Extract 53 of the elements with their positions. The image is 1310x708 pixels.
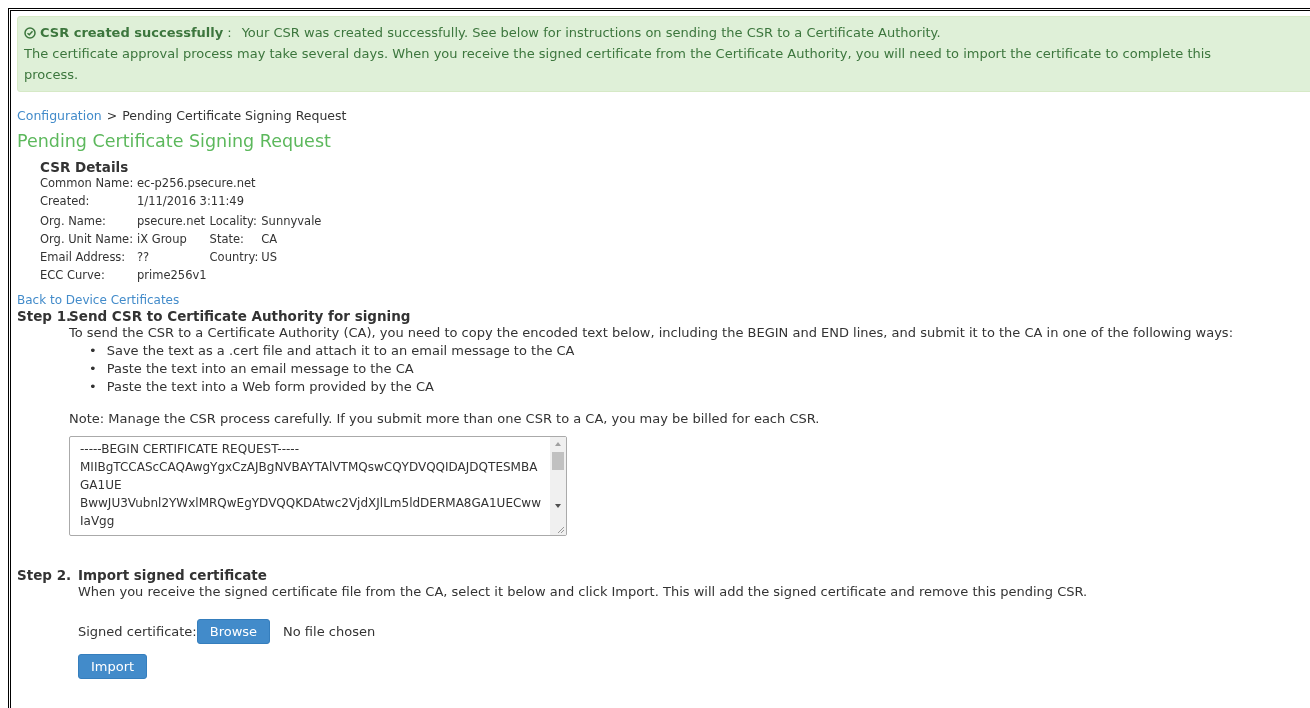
page-title: Pending Certificate Signing Request — [17, 131, 332, 151]
detail-value: US — [261, 250, 279, 264]
detail-value: ?? — [137, 250, 151, 264]
bullet-marker: • — [89, 342, 97, 360]
step-instructions: When you receive the signed certificate file from the CA, select it below and click Import. This will add the signed certificate and remove this pending CSR. — [78, 583, 1089, 601]
instruction-bullet: Paste the text into a Web form provided by the CA — [106, 378, 434, 396]
detail-label: Locality: — [209, 214, 258, 228]
detail-label: Created: — [40, 194, 91, 208]
breadcrumb-link[interactable]: Configuration — [17, 108, 102, 123]
billing-note: Note: Manage the CSR process carefully. If you submit more than one CSR to a CA, you may be billed for each CSR. — [69, 410, 821, 428]
file-label: Signed certificate: — [78, 622, 197, 641]
step-number: Step 2. — [17, 567, 73, 583]
detail-label: Email Address: — [40, 250, 127, 264]
csr-text-area[interactable]: -----BEGIN CERTIFICATE REQUEST----- MIIBgTCCAScCAQAwgYgxCzAJBgNVBAYTAlVTMQswCQYDVQQIDAJDQTESMBA GA1UE BwwJU3Vubnl2YWxlMRQwEgYDVQQKDAtwc2VjdXJlLm5ldDERMA8GA1UECww IaVgg — [69, 436, 567, 536]
detail-label: Org. Name: — [40, 214, 107, 228]
detail-label: Country: — [209, 250, 260, 264]
detail-label: State: — [209, 232, 245, 246]
check-circle-icon — [24, 26, 36, 39]
breadcrumb-current: Pending Certificate Signing Request — [122, 108, 347, 123]
csr-text-line: -----BEGIN CERTIFICATE REQUEST----- — [80, 441, 300, 458]
file-status: No file chosen — [283, 622, 376, 641]
csr-text-line: GA1UE — [80, 477, 123, 494]
back-link[interactable]: Back to Device Certificates — [17, 293, 180, 307]
step-instructions: To send the CSR to a Certificate Authority (CA), you need to copy the encoded text below, including the BEGIN and END lines, and submit it to the CA in one of the following ways: — [69, 324, 1234, 342]
csr-text-line: MIIBgTCCAScCAQAwgYgxCzAJBgNVBAYTAlVTMQswCQYDVQQIDAJDQTESMBA — [80, 459, 539, 476]
alert-title: CSR created successfully — [40, 24, 224, 42]
instruction-bullet: Save the text as a .cert file and attach it to an email message to the CA — [106, 342, 575, 360]
csr-text-line: IaVgg — [80, 513, 116, 530]
details-title: CSR Details — [40, 159, 130, 175]
step-title: Import signed certificate — [78, 567, 268, 583]
alert-message: Your CSR was created successfully. See below for instructions on sending the CSR to a Certificate Authority. — [241, 24, 941, 42]
detail-value: psecure.net — [137, 214, 207, 228]
alert-separator: : — [227, 24, 232, 42]
bullet-marker: • — [89, 378, 97, 396]
detail-label: Org. Unit Name: — [40, 232, 135, 246]
alert-detail: The certificate approval process may take several days. When you receive the signed certificate from the Certificate Authority, you will need to import the certificate to complete this process. — [24, 45, 1213, 84]
detail-value: ec-p256.psecure.net — [137, 176, 257, 190]
detail-value: Sunnyvale — [261, 214, 323, 228]
detail-label: ECC Curve: — [40, 268, 106, 282]
import-button[interactable]: Import — [78, 654, 148, 679]
detail-value: 1/11/2016 3:11:49 — [137, 194, 245, 208]
instruction-bullet: Paste the text into an email message to the CA — [106, 360, 414, 378]
step-title: Send CSR to Certificate Authority for signing — [69, 308, 412, 324]
breadcrumb-separator: > — [106, 108, 118, 123]
scrollbar-drawing[interactable] — [550, 437, 566, 535]
step-number: Step 1. — [17, 308, 69, 324]
csr-text-line: BwwJU3Vubnl2YWxlMRQwEgYDVQQKDAtwc2VjdXJlLm5ldDERMA8GA1UECww — [80, 495, 540, 512]
detail-value: prime256v1 — [137, 268, 208, 282]
detail-value: iX Group — [137, 232, 188, 246]
detail-value: CA — [261, 232, 279, 246]
browse-button[interactable]: Browse — [196, 619, 271, 644]
bullet-marker: • — [89, 360, 97, 378]
detail-label: Common Name: — [40, 176, 135, 190]
